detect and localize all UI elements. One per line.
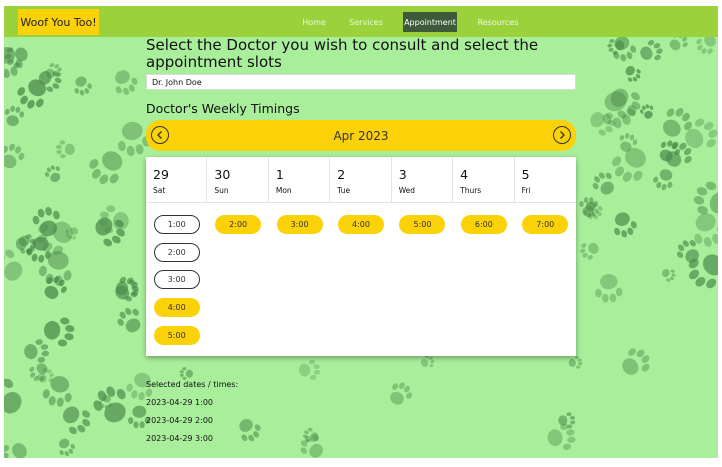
weekly-timings-heading: Doctor's Weekly Timings [146, 101, 300, 116]
chevron-right-icon [560, 131, 565, 139]
day-name: Thurs [460, 186, 482, 195]
day-number: 29 [153, 167, 169, 182]
day-column-header: 29 Sat [146, 157, 208, 203]
selected-datetime-item: 2023-04-29 2:00 [146, 416, 213, 425]
time-slot-button[interactable]: 2:00 [153, 242, 200, 262]
nav-resources[interactable]: Resources [476, 12, 520, 32]
time-slot-button[interactable]: 7:00 [522, 215, 569, 234]
next-week-button[interactable] [553, 126, 571, 144]
day-name: Fri [521, 186, 531, 195]
navbar: Woof You Too! Home Services Appointment … [4, 6, 718, 37]
time-slot-button[interactable]: 4:00 [338, 215, 384, 234]
doctor-select-input[interactable]: Dr. John Doe [146, 74, 576, 90]
day-column-header: 1 Mon [269, 157, 331, 203]
time-slot-button[interactable]: 6:00 [460, 215, 507, 234]
day-name: Sat [153, 186, 166, 195]
day-column-header: 30 Sun [207, 157, 269, 203]
day-number: 3 [398, 167, 407, 182]
time-slot-button[interactable]: 3:00 [276, 215, 323, 234]
nav-appointment[interactable]: Appointment [403, 12, 457, 32]
time-slot-button[interactable]: 5:00 [153, 325, 200, 345]
day-number: 4 [460, 167, 469, 182]
day-number: 2 [337, 167, 346, 182]
day-column-header: 5 Fri [515, 157, 576, 203]
selected-dates-label: Selected dates / times: [146, 380, 239, 389]
time-slot-button[interactable]: 2:00 [215, 215, 262, 234]
day-name: Sun [214, 186, 229, 195]
nav-home[interactable]: Home [298, 12, 330, 32]
brand-logo[interactable]: Woof You Too! [18, 9, 99, 35]
day-number: 5 [521, 167, 530, 182]
day-name: Mon [275, 186, 292, 195]
day-number: 30 [214, 167, 231, 182]
month-navigation-bar: Apr 2023 [146, 120, 576, 151]
day-column-header: 3 Wed [392, 157, 454, 203]
time-slot-button[interactable]: 4:00 [153, 298, 200, 318]
month-label: Apr 2023 [333, 128, 389, 143]
nav-services[interactable]: Services [346, 12, 386, 32]
day-name: Wed [398, 186, 416, 195]
calendar-day-headers: 29 Sat 30 Sun 1 Mon 2 Tue 3 Wed 4 Thurs 5 Fri [146, 157, 576, 203]
day-name: Tue [337, 186, 351, 195]
time-slot-button[interactable]: 1:00 [153, 215, 200, 234]
page-title: Select the Doctor you wish to consult an… [146, 36, 539, 71]
time-slot-button[interactable]: 3:00 [153, 270, 200, 290]
day-number: 1 [275, 167, 284, 182]
time-slot-button[interactable]: 5:00 [399, 215, 446, 234]
day-column-header: 4 Thurs [453, 157, 515, 203]
selected-datetime-item: 2023-04-29 3:00 [146, 434, 213, 443]
selected-datetime-item: 2023-04-29 1:00 [146, 398, 213, 407]
day-column-header: 2 Tue [330, 157, 392, 203]
page-background: Woof You Too! Home Services Appointment … [4, 6, 718, 458]
weekly-calendar: 29 Sat 30 Sun 1 Mon 2 Tue 3 Wed 4 Thurs 5 Fri 1:00 2:0… [146, 157, 576, 356]
